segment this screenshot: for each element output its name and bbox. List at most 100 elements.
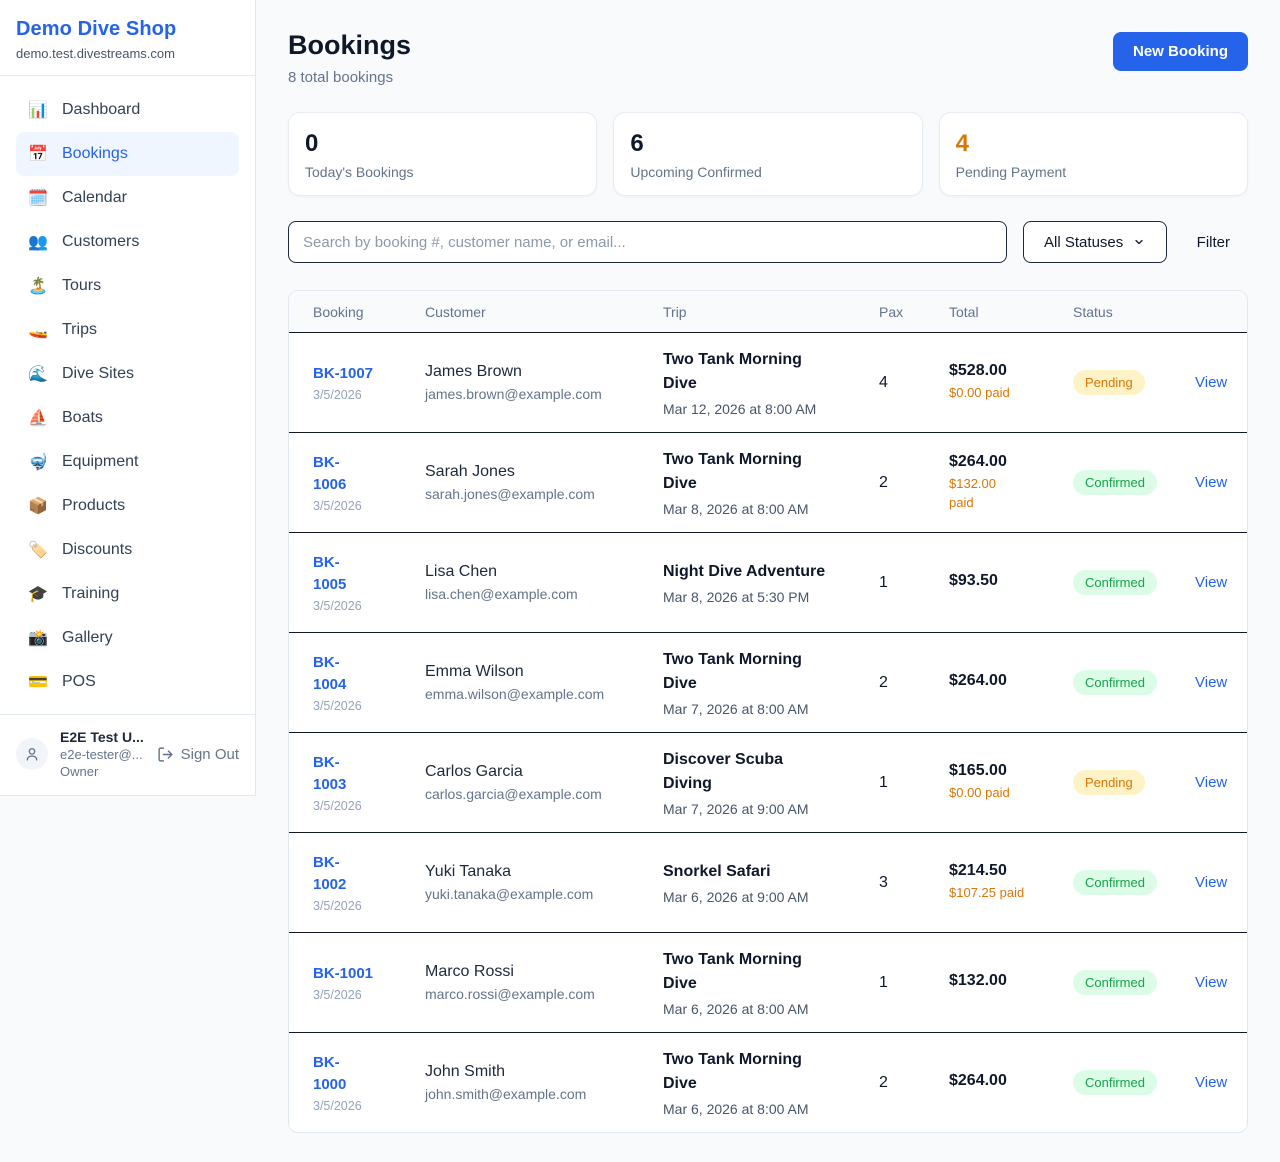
trip-cell: Two Tank Morning Dive Mar 7, 2026 at 8:0…	[663, 648, 879, 717]
customer-email: emma.wilson@example.com	[425, 686, 649, 702]
trip-name: Snorkel Safari	[663, 860, 865, 884]
status-cell: Confirmed	[1073, 1070, 1195, 1095]
booking-cell: BK-1007 3/5/2026	[313, 363, 425, 403]
customer-name: Emma Wilson	[425, 663, 649, 681]
sidebar-item-dashboard[interactable]: 📊 Dashboard	[16, 88, 239, 132]
sidebar-item-equipment[interactable]: 🤿 Equipment	[16, 440, 239, 484]
filter-bar: All Statuses Filter	[288, 221, 1248, 263]
booking-date: 3/5/2026	[313, 699, 411, 713]
booking-id-link[interactable]: BK-1001	[313, 963, 411, 985]
table-header-row: BookingCustomerTripPaxTotalStatus	[289, 291, 1247, 332]
sidebar-item-gallery[interactable]: 📸 Gallery	[16, 616, 239, 660]
user-meta: E2E Test U... e2e-tester@... Owner	[60, 729, 145, 779]
trip-name: Two Tank Morning Dive	[663, 648, 865, 696]
booking-date: 3/5/2026	[313, 599, 411, 613]
booking-id-link[interactable]: BK- 1004	[313, 652, 411, 696]
booking-id-link[interactable]: BK- 1002	[313, 852, 411, 896]
total-amount: $214.50	[949, 862, 1059, 880]
view-link[interactable]: View	[1195, 1074, 1227, 1091]
sidebar-item-products[interactable]: 📦 Products	[16, 484, 239, 528]
stat-card: 0 Today's Bookings	[288, 112, 597, 196]
sidebar-item-discounts[interactable]: 🏷️ Discounts	[16, 528, 239, 572]
view-link[interactable]: View	[1195, 874, 1227, 891]
table-row: BK-1001 3/5/2026 Marco Rossi marco.rossi…	[289, 932, 1247, 1032]
status-filter-select[interactable]: All Statuses	[1023, 221, 1167, 263]
sign-out-button[interactable]: Sign Out	[157, 746, 239, 763]
trip-datetime: Mar 7, 2026 at 8:00 AM	[663, 701, 865, 717]
stat-value: 6	[630, 130, 905, 159]
user-role: Owner	[60, 764, 145, 779]
booking-id-link[interactable]: BK- 1005	[313, 552, 411, 596]
total-cell: $528.00 $0.00 paid	[949, 362, 1073, 403]
trip-name: Two Tank Morning Dive	[663, 948, 865, 996]
sidebar-nav: 📊 Dashboard 📅 Bookings 🗓️ Calendar 👥 Cus…	[0, 76, 255, 714]
pax-count: 4	[879, 374, 949, 392]
view-link[interactable]: View	[1195, 974, 1227, 991]
page-header: Bookings 8 total bookings New Booking	[288, 30, 1248, 86]
diving-mask-icon: 🤿	[28, 452, 48, 472]
status-cell: Confirmed	[1073, 470, 1195, 495]
speedboat-icon: 🚤	[28, 320, 48, 340]
customer-email: marco.rossi@example.com	[425, 986, 649, 1002]
status-filter-value: All Statuses	[1044, 234, 1123, 251]
view-link[interactable]: View	[1195, 774, 1227, 791]
sidebar-item-pos[interactable]: 💳 POS	[16, 660, 239, 704]
total-amount: $132.00	[949, 972, 1059, 990]
trip-datetime: Mar 6, 2026 at 9:00 AM	[663, 889, 865, 905]
booking-id-link[interactable]: BK- 1003	[313, 752, 411, 796]
booking-id-link[interactable]: BK- 1006	[313, 452, 411, 496]
sidebar-item-training[interactable]: 🎓 Training	[16, 572, 239, 616]
sidebar-item-boats[interactable]: ⛵ Boats	[16, 396, 239, 440]
booking-date: 3/5/2026	[313, 799, 411, 813]
sidebar-item-trips[interactable]: 🚤 Trips	[16, 308, 239, 352]
sidebar-item-label: Equipment	[62, 453, 139, 471]
sidebar-item-tours[interactable]: 🏝️ Tours	[16, 264, 239, 308]
trip-datetime: Mar 6, 2026 at 8:00 AM	[663, 1101, 865, 1117]
total-cell: $132.00	[949, 972, 1073, 994]
sidebar-item-dive-sites[interactable]: 🌊 Dive Sites	[16, 352, 239, 396]
customer-cell: Sarah Jones sarah.jones@example.com	[425, 463, 663, 502]
booking-cell: BK- 1003 3/5/2026	[313, 752, 425, 814]
filter-button[interactable]: Filter	[1179, 234, 1248, 251]
status-cell: Confirmed	[1073, 870, 1195, 895]
pax-count: 2	[879, 474, 949, 492]
status-cell: Confirmed	[1073, 670, 1195, 695]
table-row: BK- 1002 3/5/2026 Yuki Tanaka yuki.tanak…	[289, 832, 1247, 932]
customer-email: lisa.chen@example.com	[425, 586, 649, 602]
trip-cell: Two Tank Morning Dive Mar 12, 2026 at 8:…	[663, 348, 879, 417]
chevron-down-icon	[1133, 236, 1145, 248]
sidebar-item-label: Discounts	[62, 541, 132, 559]
search-input[interactable]	[288, 221, 1007, 263]
total-amount: $264.00	[949, 1072, 1059, 1090]
view-link[interactable]: View	[1195, 574, 1227, 591]
booking-date: 3/5/2026	[313, 899, 411, 913]
person-icon	[24, 746, 40, 762]
total-cell: $93.50	[949, 572, 1073, 594]
trip-cell: Snorkel Safari Mar 6, 2026 at 9:00 AM	[663, 860, 879, 905]
trip-datetime: Mar 12, 2026 at 8:00 AM	[663, 401, 865, 417]
stat-label: Today's Bookings	[305, 164, 580, 180]
booking-id-link[interactable]: BK- 1000	[313, 1052, 411, 1096]
status-badge: Confirmed	[1073, 870, 1157, 895]
trip-name: Two Tank Morning Dive	[663, 448, 865, 496]
total-amount: $264.00	[949, 453, 1059, 471]
stat-label: Pending Payment	[956, 164, 1231, 180]
view-link[interactable]: View	[1195, 474, 1227, 491]
total-cell: $264.00 $132.00 paid	[949, 453, 1073, 513]
sign-out-label: Sign Out	[181, 746, 239, 763]
status-cell: Confirmed	[1073, 570, 1195, 595]
stat-label: Upcoming Confirmed	[630, 164, 905, 180]
sidebar-item-label: Trips	[62, 321, 97, 339]
sidebar-item-label: Training	[62, 585, 119, 603]
sidebar-item-label: Tours	[62, 277, 101, 295]
view-link[interactable]: View	[1195, 374, 1227, 391]
booking-id-link[interactable]: BK-1007	[313, 363, 411, 385]
sidebar-item-customers[interactable]: 👥 Customers	[16, 220, 239, 264]
sidebar-item-bookings[interactable]: 📅 Bookings	[16, 132, 239, 176]
sidebar-item-label: Dashboard	[62, 101, 140, 119]
page-subtitle: 8 total bookings	[288, 69, 411, 86]
sidebar-item-calendar[interactable]: 🗓️ Calendar	[16, 176, 239, 220]
new-booking-button[interactable]: New Booking	[1113, 32, 1248, 71]
view-link[interactable]: View	[1195, 674, 1227, 691]
booking-date: 3/5/2026	[313, 499, 411, 513]
